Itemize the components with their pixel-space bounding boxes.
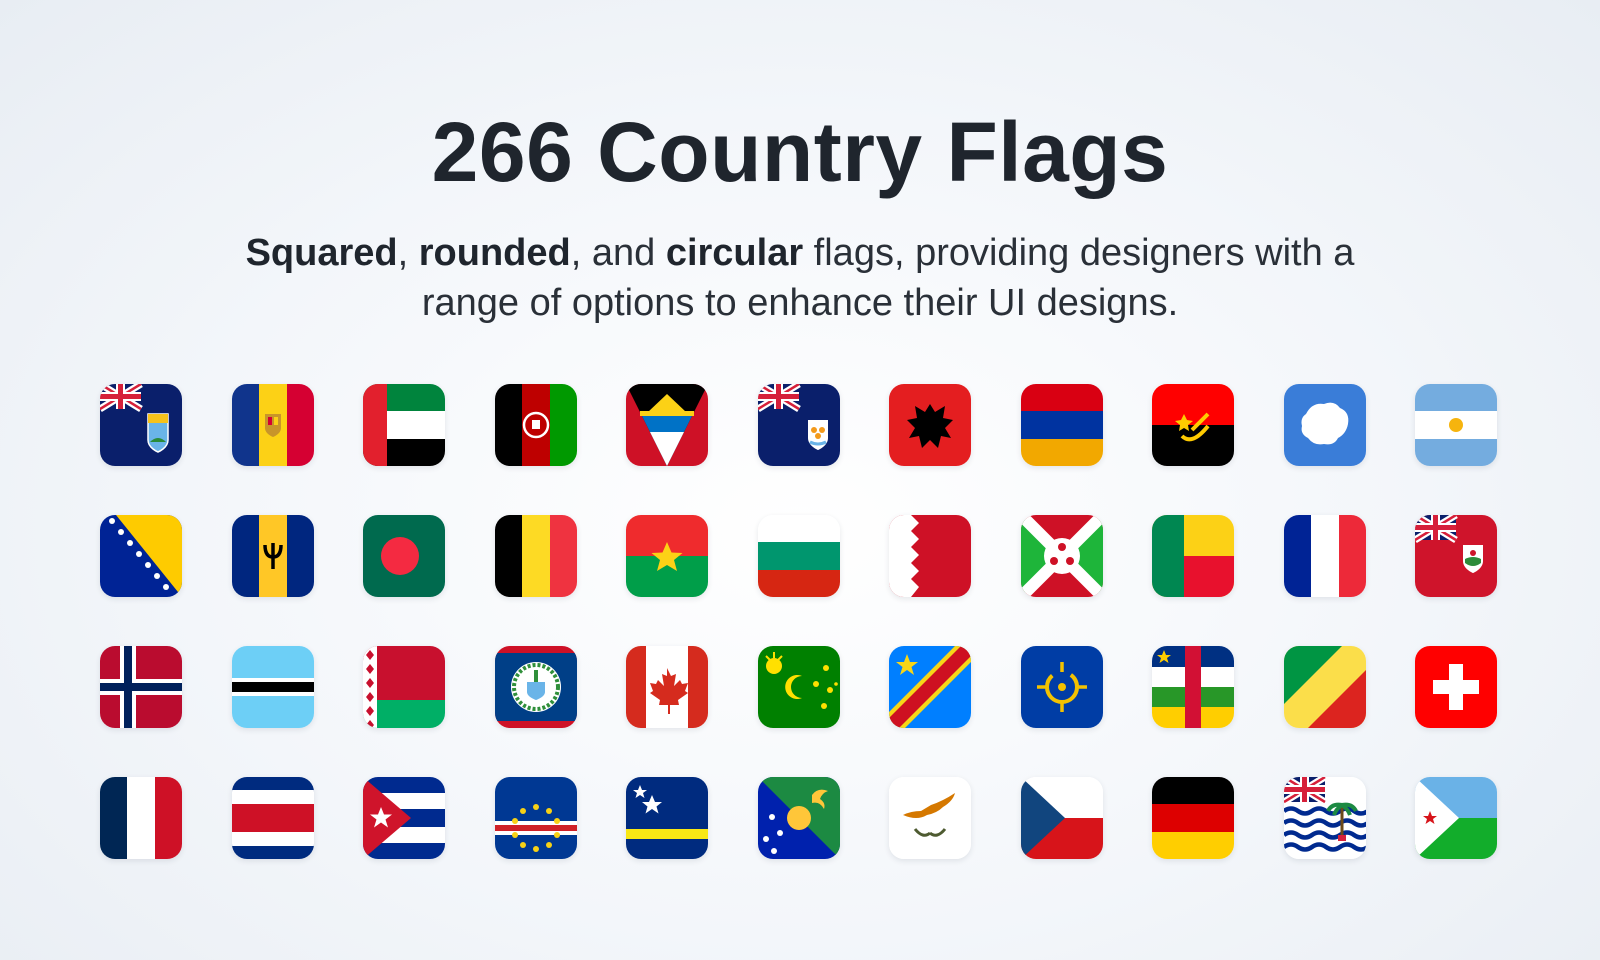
clipperton-flag-icon	[100, 777, 182, 859]
czechia-flag-icon	[1020, 777, 1103, 859]
subtitle-text-1: ,	[397, 232, 419, 274]
switzerland-flag-icon	[1415, 646, 1497, 728]
belgium-flag-icon	[494, 515, 577, 597]
dr-congo-flag-icon	[889, 646, 971, 728]
costa-rica-flag-icon	[231, 777, 314, 859]
antarctica-flag-icon	[1283, 384, 1366, 466]
bangladesh-flag-icon	[363, 515, 445, 597]
bulgaria-flag-icon	[757, 515, 840, 597]
page-subtitle: Squared, rounded, and circular flags, pr…	[225, 228, 1375, 328]
angola-flag-icon	[1152, 384, 1234, 466]
subtitle-text-2: , and	[570, 232, 666, 274]
ceeac-flag-icon	[1020, 646, 1103, 728]
cuba-flag-icon	[363, 777, 445, 859]
congo-flag-icon	[1283, 646, 1366, 728]
canada-flag-icon	[626, 646, 708, 728]
subtitle-bold-rounded: rounded	[418, 232, 571, 274]
armenia-flag-icon	[1020, 384, 1103, 466]
antigua-flag-icon	[626, 384, 708, 466]
saint-helena-flag-icon	[100, 384, 182, 466]
germany-flag-icon	[1152, 777, 1234, 859]
cocos-islands-flag-icon	[757, 646, 840, 728]
botswana-flag-icon	[231, 646, 314, 728]
benin-flag-icon	[1152, 515, 1234, 597]
belize-flag-icon	[494, 646, 577, 728]
subtitle-bold-circular: circular	[665, 232, 804, 274]
barbados-flag-icon	[231, 515, 314, 597]
djibouti-flag-icon	[1415, 777, 1497, 859]
afghanistan-flag-icon	[494, 384, 577, 466]
christmas-island-flag-icon	[757, 777, 840, 859]
cape-verde-flag-icon	[494, 777, 577, 859]
bahrain-flag-icon	[889, 515, 971, 597]
uae-flag-icon	[363, 384, 445, 466]
andorra-flag-icon	[231, 384, 314, 466]
burkina-faso-flag-icon	[626, 515, 708, 597]
saint-barthelemy-flag-icon	[1283, 515, 1366, 597]
hero: 266 Country Flags Squared, rounded, and …	[0, 110, 1600, 328]
biot-flag-icon	[1283, 777, 1366, 859]
bosnia-flag-icon	[100, 515, 182, 597]
cyprus-flag-icon	[889, 777, 971, 859]
albania-flag-icon	[889, 384, 971, 466]
flag-grid	[100, 384, 1497, 859]
belarus-flag-icon	[363, 646, 445, 728]
page-title: 266 Country Flags	[431, 105, 1169, 199]
anguilla-flag-icon	[757, 384, 840, 466]
curacao-flag-icon	[626, 777, 708, 859]
burundi-flag-icon	[1020, 515, 1103, 597]
central-african-republic-flag-icon	[1152, 646, 1234, 728]
argentina-flag-icon	[1415, 384, 1497, 466]
bouvet-island-flag-icon	[100, 646, 182, 728]
subtitle-bold-squared: Squared	[245, 232, 398, 274]
bermuda-flag-icon	[1415, 515, 1497, 597]
